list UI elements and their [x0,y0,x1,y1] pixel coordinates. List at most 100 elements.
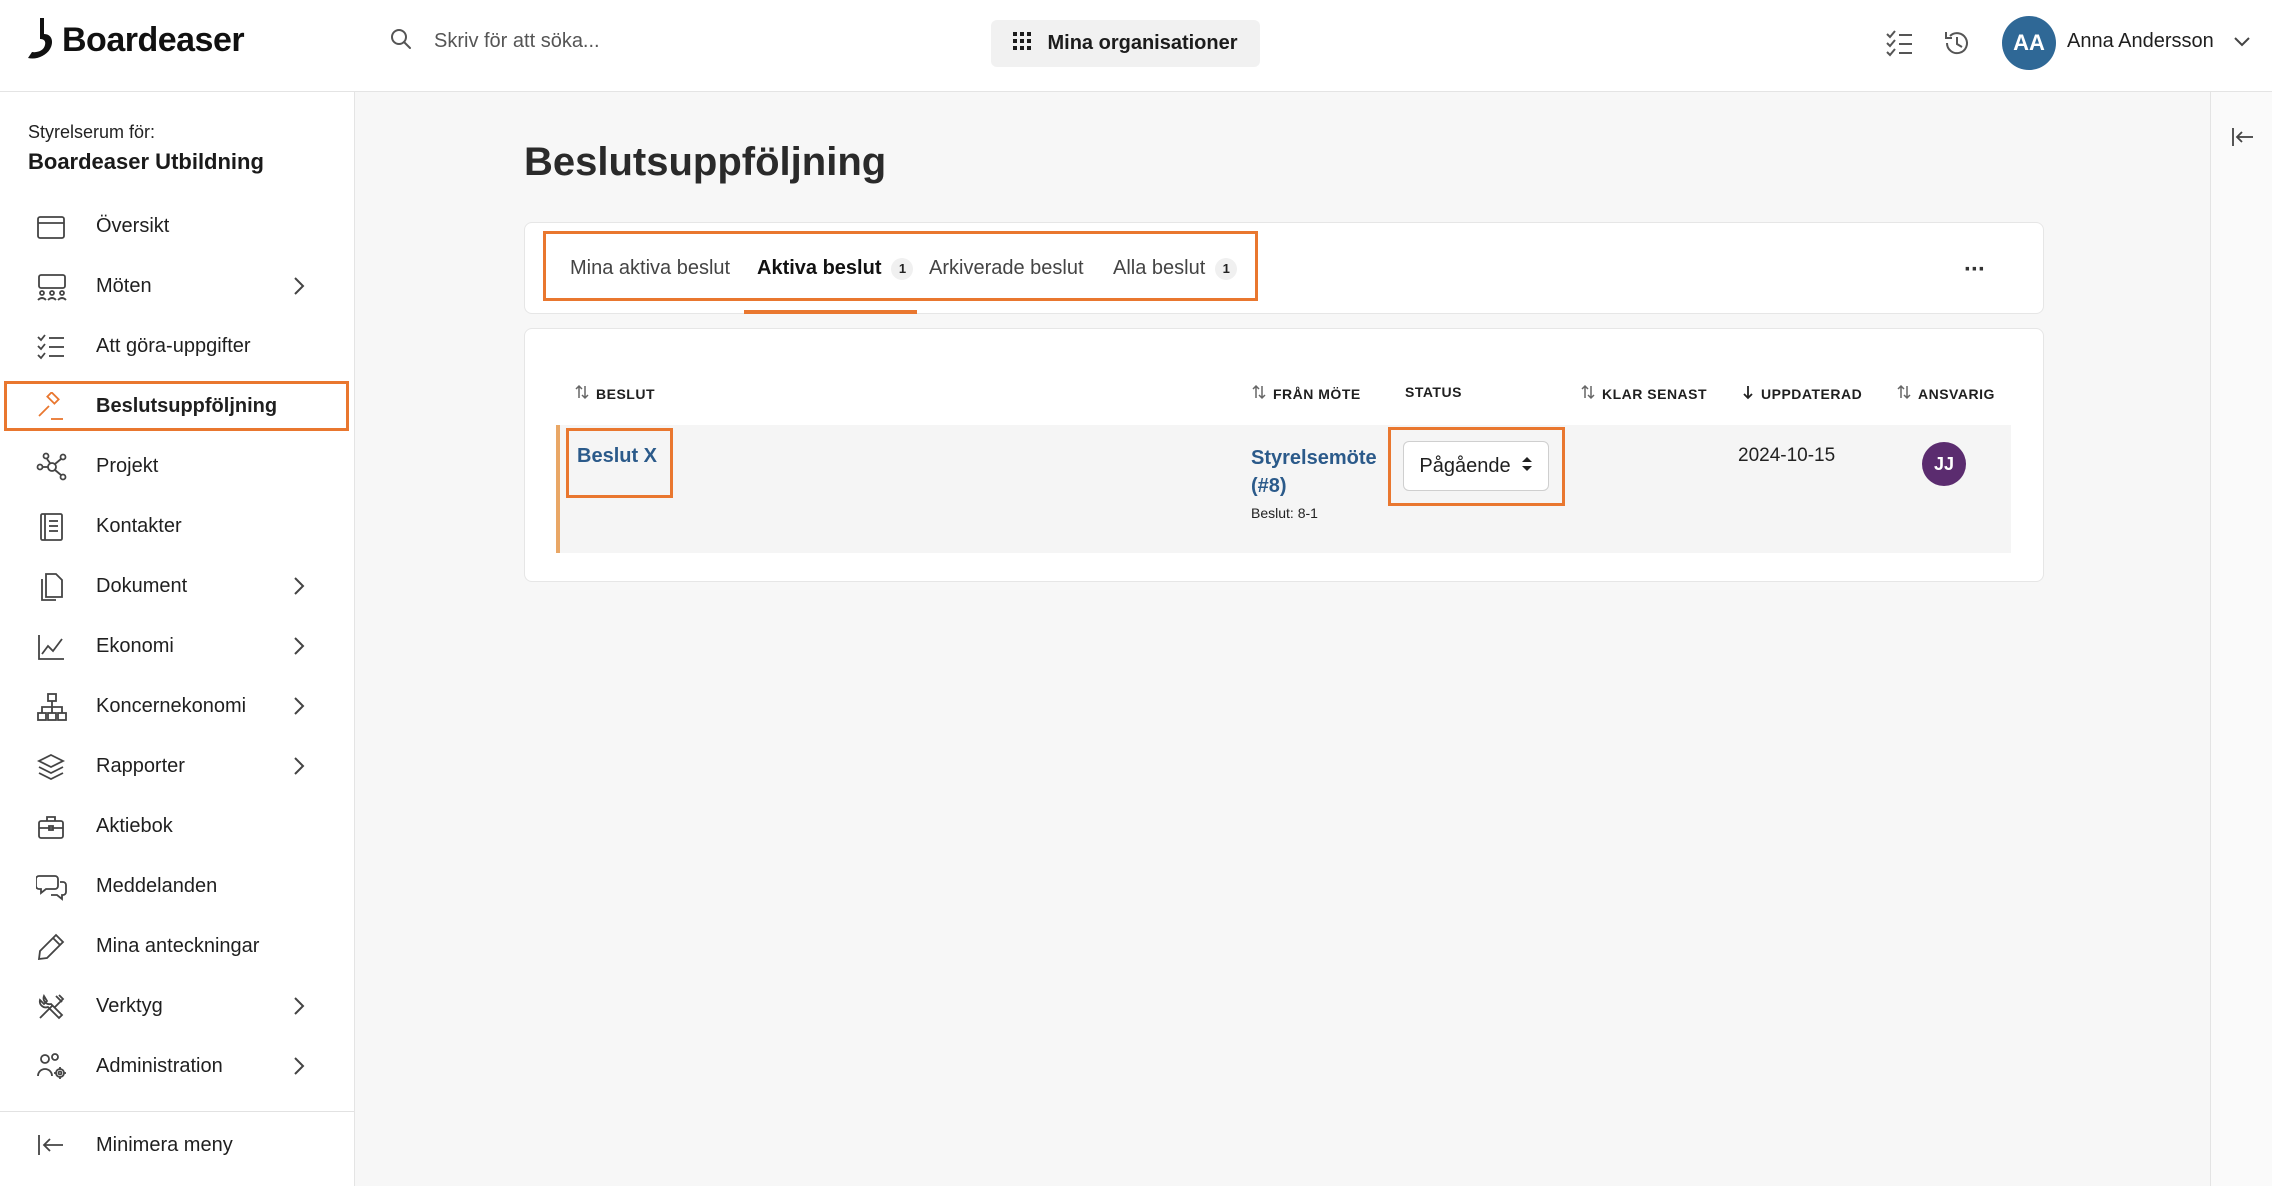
tab-label: Alla beslut [1113,257,1206,279]
my-organisations-button[interactable]: Mina organisationer [991,20,1260,67]
more-options-button[interactable]: ··· [1964,256,1986,284]
chevron-right-icon [292,696,306,721]
sidebar-item-oversikt[interactable]: Översikt [0,196,354,256]
column-header-label: STATUS [1405,384,1462,400]
sidebar-item-label: Att göra-uppgifter [96,334,251,357]
row-accent-bar [556,425,560,553]
sidebar-item-mina-anteckningar[interactable]: Mina anteckningar [0,916,354,976]
boardeaser-logo[interactable]: Boardeaser [26,16,245,65]
sidebar-item-koncernekonomi[interactable]: Koncernekonomi [0,676,354,736]
chat-icon [35,872,67,902]
column-header-label: FRÅN MÖTE [1273,385,1361,402]
search-bar[interactable] [390,28,956,55]
sidebar-item-label: Aktiebok [96,814,173,837]
user-name[interactable]: Anna Andersson [2067,30,2214,53]
minimize-menu-label: Minimera meny [96,1134,233,1156]
sidebar-item-ekonomi[interactable]: Ekonomi [0,616,354,676]
sidebar-item-label: Koncernekonomi [96,694,247,717]
sidebar-item-label: Administration [96,1054,223,1077]
org-tree-icon [36,692,67,722]
chevron-right-icon [292,636,306,661]
sidebar-item-label: Möten [96,274,152,297]
column-header-klar-senast[interactable]: KLAR SENAST [1580,384,1707,403]
sidebar-item-dokument[interactable]: Dokument [0,556,354,616]
meeting-icon [36,272,67,302]
sidebar-item-administration[interactable]: Administration [0,1036,354,1096]
tab-mina-aktiva-beslut[interactable]: Mina aktiva beslut [570,257,730,280]
sidebar-item-label: Ekonomi [96,634,174,657]
sidebar-item-aktiebok[interactable]: Aktiebok [0,796,354,856]
sidebar-item-beslutsuppfoljning[interactable]: Beslutsuppföljning [4,381,349,431]
briefcase-icon [36,812,66,842]
sidebar-item-label: Projekt [96,454,159,477]
tab-arkiverade-beslut[interactable]: Arkiverade beslut [929,257,1084,280]
my-organisations-label: Mina organisationer [1047,32,1238,54]
top-header: Boardeaser Mina organisationer AA Anna A [0,0,2272,92]
expand-panel-icon[interactable] [2231,126,2255,153]
gavel-icon [36,391,66,422]
minimize-menu-button[interactable]: Minimera meny [0,1112,354,1178]
column-header-beslut[interactable]: BESLUT [574,384,655,403]
sort-desc-icon [1741,384,1755,403]
users-gear-icon [36,1052,66,1082]
status-value: Pågående [1419,454,1511,477]
chevron-right-icon [292,996,306,1021]
sidebar-item-label: Kontakter [96,514,182,537]
tab-count-badge: 1 [891,257,914,280]
column-header-uppdaterad[interactable]: UPPDATERAD [1741,384,1862,403]
column-header-label: UPPDATERAD [1761,385,1863,402]
sidebar-item-label: Rapporter [96,754,185,777]
column-header-label: ANSVARIG [1918,385,1995,402]
tab-aktiva-beslut[interactable]: Aktiva beslut 1 [757,257,914,280]
tools-icon [36,992,66,1022]
checklist-icon[interactable] [1884,28,1914,63]
logo-mark-icon [26,16,56,65]
tab-label: Arkiverade beslut [929,257,1084,279]
collapse-left-icon [36,1132,66,1162]
sidebar-item-projekt[interactable]: Projekt [0,436,354,496]
history-icon[interactable] [1942,28,1972,63]
updated-date: 2024-10-15 [1738,445,1836,466]
sidebar-item-verktyg[interactable]: Verktyg [0,976,354,1036]
page-title: Beslutsuppföljning [524,140,887,184]
tab-alla-beslut[interactable]: Alla beslut 1 [1113,257,1238,280]
board-room-label: Styrelserum för: [28,122,156,142]
select-arrows-icon [1521,455,1533,478]
sidebar: Styrelserum för: Boardeaser Utbildning Ö… [0,92,355,1186]
right-panel-rail [2210,92,2272,1186]
column-header-status: STATUS [1405,384,1462,400]
column-header-label: KLAR SENAST [1602,385,1708,402]
chevron-right-icon [292,756,306,781]
chevron-right-icon [292,276,306,301]
sidebar-item-att-gora[interactable]: Att göra-uppgifter [0,316,354,376]
sidebar-item-moten[interactable]: Möten [0,256,354,316]
column-header-fran-mote[interactable]: FRÅN MÖTE [1251,384,1361,403]
sort-icon [1896,384,1912,403]
layers-icon [36,752,66,782]
documents-icon [36,572,66,602]
sidebar-item-label: Beslutsuppföljning [96,394,278,417]
chevron-right-icon [292,1056,306,1081]
chevron-right-icon [292,576,306,601]
line-chart-icon [36,632,66,662]
sidebar-item-rapporter[interactable]: Rapporter [0,736,354,796]
meeting-link[interactable]: Styrelsemöte (#8) [1251,444,1391,500]
chevron-down-icon[interactable] [2232,32,2252,57]
user-avatar[interactable]: AA [2002,16,2056,70]
board-room-name: Boardeaser Utbildning [28,149,264,174]
search-icon [390,28,412,55]
sort-icon [574,384,590,403]
beslut-link[interactable]: Beslut X [577,445,657,468]
sidebar-item-kontakter[interactable]: Kontakter [0,496,354,556]
contacts-book-icon [36,512,66,542]
responsible-avatar[interactable]: JJ [1922,442,1966,486]
status-select[interactable]: Pågående [1403,441,1549,491]
column-header-ansvarig[interactable]: ANSVARIG [1896,384,1995,403]
calendar-icon [36,212,66,242]
search-input[interactable] [432,29,956,54]
logo-text: Boardeaser [62,21,245,59]
sidebar-item-label: Dokument [96,574,188,597]
sidebar-item-meddelanden[interactable]: Meddelanden [0,856,354,916]
checklist-icon [36,332,66,362]
column-header-label: BESLUT [596,385,655,402]
